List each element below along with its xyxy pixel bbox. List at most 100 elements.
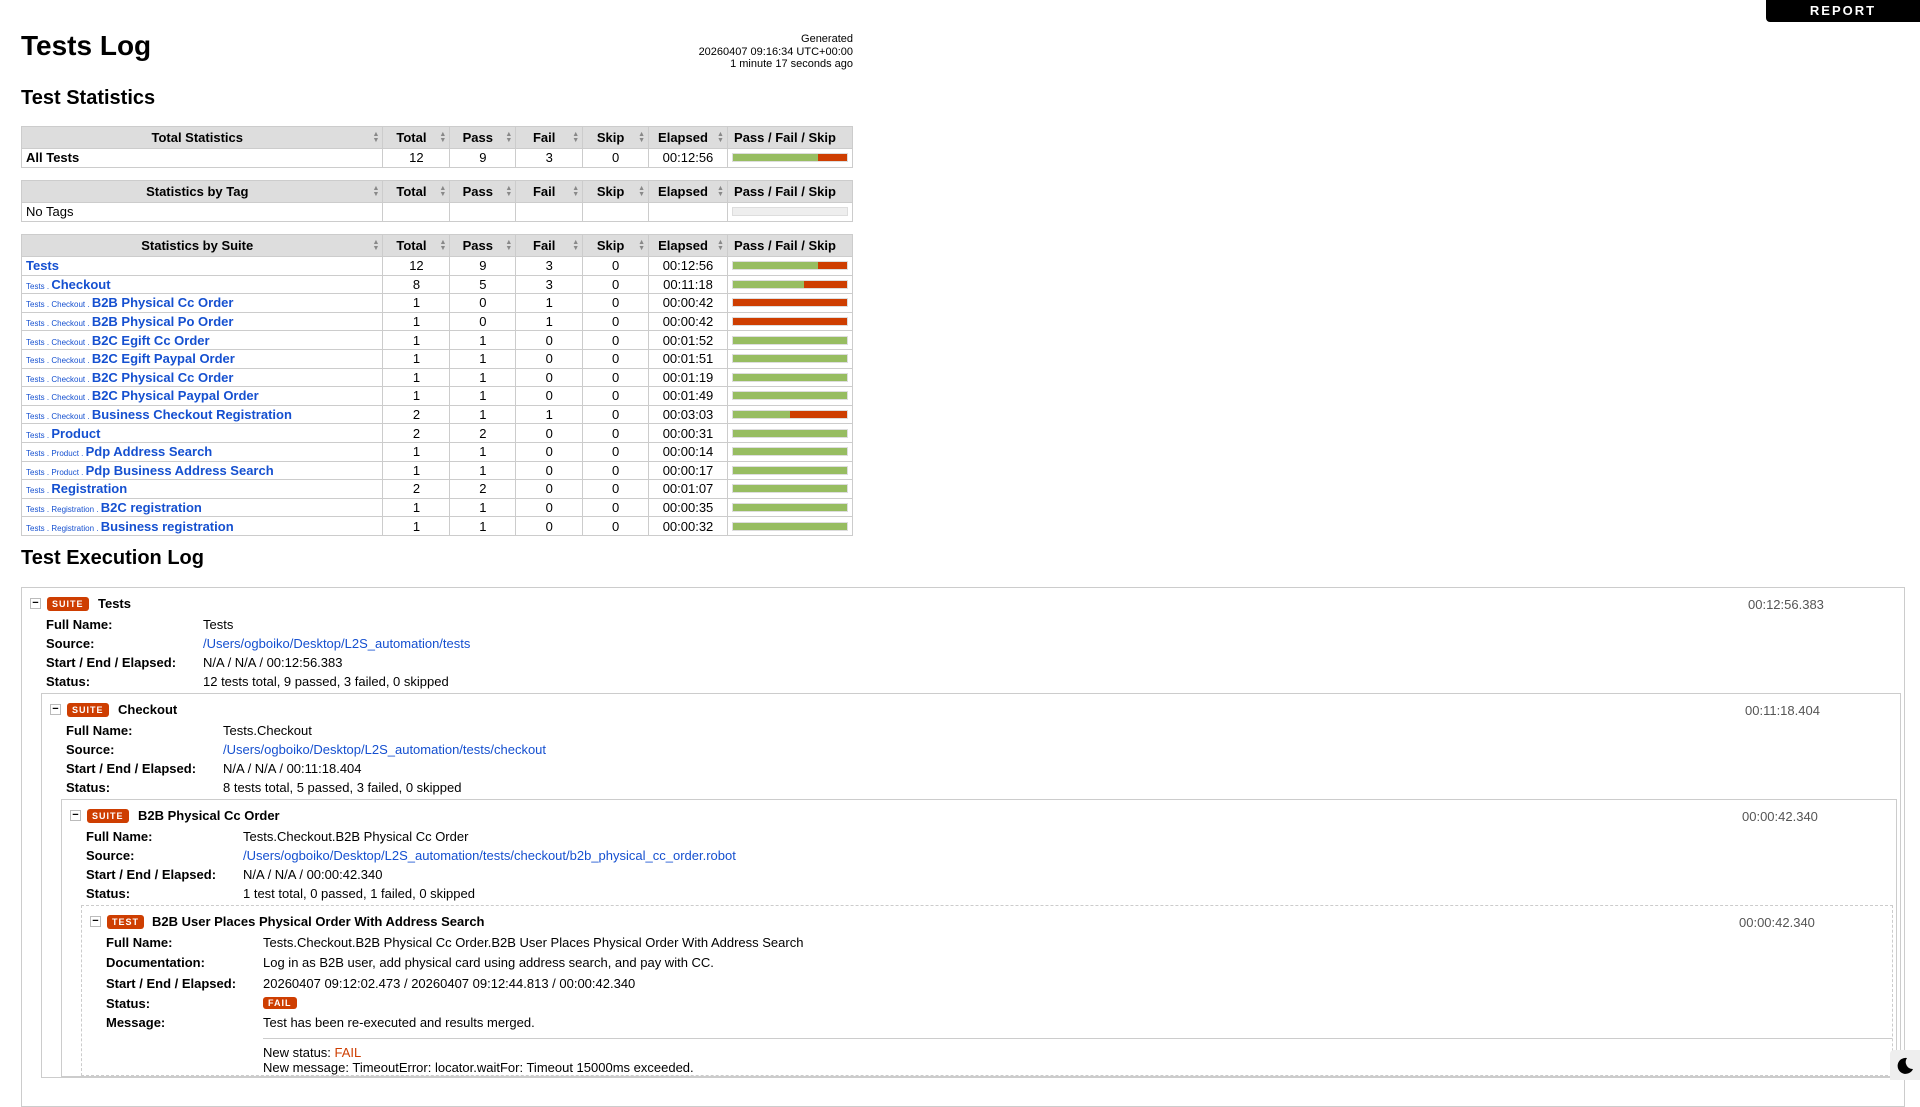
suite-link[interactable]: B2B Physical Po Order: [92, 314, 234, 329]
row-name[interactable]: Tests . Registration: [20, 479, 384, 499]
suite-prefix[interactable]: Tests . Checkout .: [26, 393, 92, 402]
pass-bar-segment: [732, 355, 847, 363]
column-header[interactable]: Skip ▲ ▼: [582, 234, 650, 257]
column-header[interactable]: Pass ▲ ▼: [449, 180, 517, 203]
suite-link[interactable]: Registration: [51, 481, 127, 496]
collapse-toggle[interactable]: −: [70, 810, 81, 821]
sort-icon[interactable]: ▲ ▼: [717, 185, 724, 198]
sort-icon[interactable]: ▲ ▼: [572, 185, 579, 198]
column-header[interactable]: Total ▲ ▼: [382, 126, 451, 149]
column-header[interactable]: Elapsed ▲ ▼: [648, 180, 728, 203]
column-header[interactable]: Skip ▲ ▼: [582, 180, 650, 203]
sort-icon[interactable]: ▲ ▼: [717, 239, 724, 252]
suite-link[interactable]: B2C Physical Cc Order: [92, 370, 234, 385]
row-name[interactable]: Tests . Product: [20, 423, 384, 443]
sort-icon[interactable]: ▲ ▼: [505, 131, 512, 144]
suite-header[interactable]: − SUITE Tests 00:12:56.383: [22, 588, 1904, 615]
source-link[interactable]: /Users/ogboiko/Desktop/L2S_automation/te…: [243, 848, 736, 863]
suite-header[interactable]: − SUITE Checkout 00:11:18.404: [42, 694, 1900, 721]
sort-icon[interactable]: ▲ ▼: [439, 185, 446, 198]
suite-link[interactable]: B2C Physical Paypal Order: [92, 388, 259, 403]
suite-prefix[interactable]: Tests . Checkout .: [26, 300, 92, 309]
theme-toggle-button[interactable]: [1890, 1050, 1920, 1080]
suite-header[interactable]: − SUITE B2B Physical Cc Order 00:00:42.3…: [62, 800, 1896, 827]
suite-link[interactable]: B2C Egift Paypal Order: [92, 351, 235, 366]
row-name[interactable]: Tests . Registration . B2C registration: [20, 497, 384, 518]
suite-prefix[interactable]: Tests . Product .: [26, 468, 86, 477]
row-name[interactable]: Tests . Checkout . B2C Egift Paypal Orde…: [20, 348, 384, 369]
report-button[interactable]: REPORT: [1766, 0, 1920, 22]
column-header[interactable]: Statistics by Suite ▲ ▼: [20, 234, 384, 257]
suite-prefix[interactable]: Tests .: [26, 282, 51, 291]
suite-link[interactable]: B2C Egift Cc Order: [92, 333, 210, 348]
suite-link[interactable]: Business registration: [101, 519, 234, 534]
suite-prefix[interactable]: Tests . Registration .: [26, 505, 101, 514]
sort-icon[interactable]: ▲ ▼: [638, 131, 645, 144]
suite-prefix[interactable]: Tests .: [26, 486, 51, 495]
column-header[interactable]: Fail ▲ ▼: [515, 180, 584, 203]
suite-prefix[interactable]: Tests . Checkout .: [26, 338, 92, 347]
cell-pass: 2: [449, 479, 517, 499]
sort-icon[interactable]: ▲ ▼: [505, 185, 512, 198]
collapse-toggle[interactable]: −: [30, 598, 41, 609]
column-header[interactable]: Fail ▲ ▼: [515, 234, 584, 257]
suite-link[interactable]: B2C registration: [101, 500, 202, 515]
row-name[interactable]: Tests . Product . Pdp Address Search: [20, 441, 384, 462]
pass-bar-segment: [732, 522, 847, 530]
suite-prefix[interactable]: Tests . Checkout .: [26, 412, 92, 421]
label: Full Name:: [106, 935, 173, 950]
suite-prefix[interactable]: Tests . Registration .: [26, 524, 101, 533]
suite-link[interactable]: Tests: [26, 258, 59, 273]
row-name[interactable]: Tests: [20, 256, 384, 276]
sort-icon[interactable]: ▲ ▼: [572, 131, 579, 144]
source-link[interactable]: /Users/ogboiko/Desktop/L2S_automation/te…: [203, 636, 470, 651]
source-link[interactable]: /Users/ogboiko/Desktop/L2S_automation/te…: [223, 742, 546, 757]
suite-link[interactable]: Checkout: [51, 277, 110, 292]
column-header[interactable]: Elapsed ▲ ▼: [648, 234, 728, 257]
column-header[interactable]: Skip ▲ ▼: [582, 126, 650, 149]
cell-pass: 1: [449, 460, 517, 481]
column-header[interactable]: Fail ▲ ▼: [515, 126, 584, 149]
sort-icon[interactable]: ▲ ▼: [717, 131, 724, 144]
row-name[interactable]: Tests . Checkout: [20, 274, 384, 295]
sort-icon[interactable]: ▲ ▼: [505, 239, 512, 252]
cell-fail: 3: [515, 148, 584, 168]
suite-link[interactable]: Product: [51, 426, 100, 441]
suite-link[interactable]: B2B Physical Cc Order: [92, 295, 234, 310]
column-header[interactable]: Total ▲ ▼: [382, 180, 451, 203]
label: Documentation:: [106, 955, 205, 970]
suite-prefix[interactable]: Tests . Product .: [26, 449, 86, 458]
test-header[interactable]: − TEST B2B User Places Physical Order Wi…: [82, 906, 1892, 933]
suite-prefix[interactable]: Tests . Checkout .: [26, 319, 92, 328]
column-header[interactable]: Total ▲ ▼: [382, 234, 451, 257]
column-header[interactable]: Pass ▲ ▼: [449, 234, 517, 257]
sort-icon[interactable]: ▲ ▼: [638, 185, 645, 198]
row-name[interactable]: Tests . Checkout . B2C Physical Cc Order: [20, 367, 384, 388]
sort-icon[interactable]: ▲ ▼: [373, 131, 380, 144]
row-name[interactable]: Tests . Checkout . B2B Physical Po Order: [20, 311, 384, 332]
row-name[interactable]: Tests . Product . Pdp Business Address S…: [20, 460, 384, 481]
sort-icon[interactable]: ▲ ▼: [373, 185, 380, 198]
sort-icon[interactable]: ▲ ▼: [572, 239, 579, 252]
column-header[interactable]: Elapsed ▲ ▼: [648, 126, 728, 149]
row-name[interactable]: Tests . Checkout . B2C Physical Paypal O…: [20, 386, 384, 406]
row-name[interactable]: Tests . Registration . Business registra…: [20, 516, 384, 536]
row-name[interactable]: Tests . Checkout . B2B Physical Cc Order: [20, 293, 384, 313]
sort-icon[interactable]: ▲ ▼: [439, 239, 446, 252]
sort-icon[interactable]: ▲ ▼: [439, 131, 446, 144]
suite-link[interactable]: Business Checkout Registration: [92, 407, 292, 422]
row-name[interactable]: Tests . Checkout . B2C Egift Cc Order: [20, 330, 384, 350]
suite-link[interactable]: Pdp Business Address Search: [86, 463, 274, 478]
collapse-toggle[interactable]: −: [90, 916, 101, 927]
suite-prefix[interactable]: Tests . Checkout .: [26, 375, 92, 384]
suite-prefix[interactable]: Tests .: [26, 431, 51, 440]
suite-link[interactable]: Pdp Address Search: [86, 444, 213, 459]
sort-icon[interactable]: ▲ ▼: [638, 239, 645, 252]
suite-prefix[interactable]: Tests . Checkout .: [26, 356, 92, 365]
column-header[interactable]: Pass ▲ ▼: [449, 126, 517, 149]
column-header[interactable]: Statistics by Tag ▲ ▼: [20, 180, 384, 203]
row-name[interactable]: Tests . Checkout . Business Checkout Reg…: [20, 404, 384, 425]
column-header[interactable]: Total Statistics ▲ ▼: [20, 126, 384, 149]
collapse-toggle[interactable]: −: [50, 704, 61, 715]
sort-icon[interactable]: ▲ ▼: [373, 239, 380, 252]
